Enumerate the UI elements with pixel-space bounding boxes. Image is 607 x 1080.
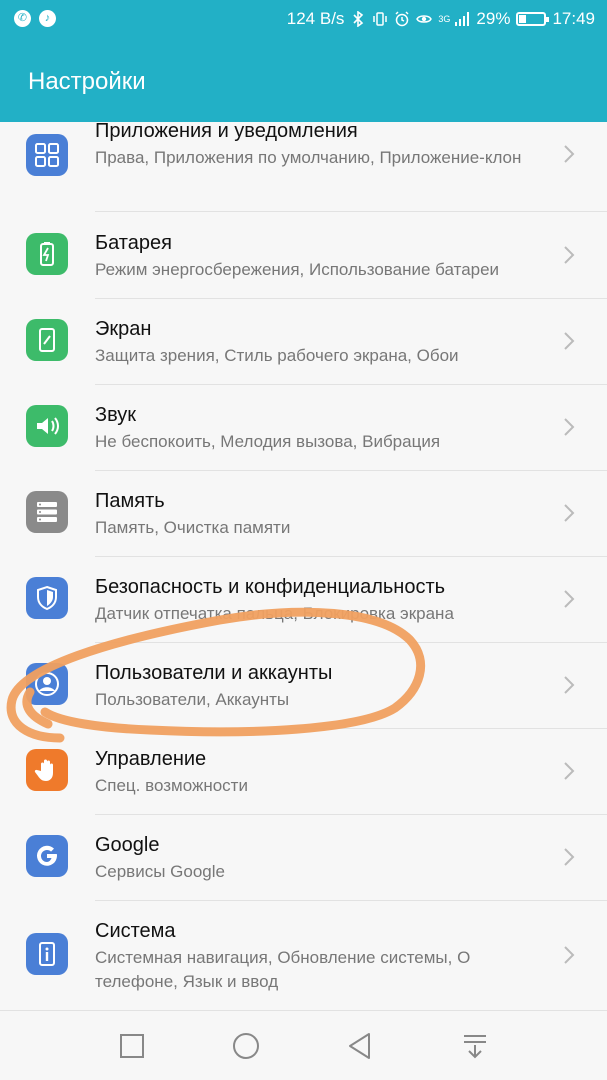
google-icon (26, 835, 68, 877)
settings-item-subtitle: Спец. возможности (95, 776, 248, 795)
settings-item-title: Управление (95, 748, 207, 770)
chevron-right-icon (564, 946, 575, 964)
settings-item-google[interactable]: Google Сервисы Google (0, 814, 607, 900)
settings-item-title: Память (95, 490, 165, 512)
settings-item-subtitle: Сервисы Google (95, 862, 225, 881)
settings-item-display[interactable]: Экран Защита зрения, Стиль рабочего экра… (0, 298, 607, 384)
settings-item-subtitle: Пользователи, Аккаунты (95, 690, 290, 709)
display-icon (26, 319, 68, 361)
home-circle-icon[interactable] (231, 1031, 261, 1061)
settings-item-subtitle: Защита зрения, Стиль рабочего экрана, Об… (95, 346, 459, 365)
chevron-right-icon (564, 246, 575, 264)
settings-item-title: Безопасность и конфиденциальность (95, 576, 446, 598)
settings-item-title: Система (95, 920, 176, 942)
eye-icon (416, 15, 433, 23)
shield-icon (26, 577, 68, 619)
clock: 17:49 (552, 9, 595, 28)
settings-item-security[interactable]: Безопасность и конфиденциальность Датчик… (0, 556, 607, 642)
settings-item-users-accounts[interactable]: Пользователи и аккаунты Пользователи, Ак… (0, 642, 607, 728)
chevron-right-icon (564, 332, 575, 350)
storage-icon (26, 491, 68, 533)
app-bar: Настройки (0, 40, 607, 122)
chevron-right-icon (564, 590, 575, 608)
settings-item-battery[interactable]: Батарея Режим энергосбережения, Использо… (0, 212, 607, 298)
user-icon (26, 663, 68, 705)
chevron-right-icon (564, 676, 575, 694)
chevron-right-icon (564, 418, 575, 436)
navigation-bar (0, 1010, 607, 1080)
settings-item-subtitle: Не беспокоить, Мелодия вызова, Вибрация (95, 432, 441, 451)
signal-type: 3G (438, 13, 451, 24)
settings-item-system[interactable]: Система Системная навигация, Обновление … (0, 900, 607, 1010)
chevron-right-icon (564, 145, 575, 163)
hand-icon (26, 749, 68, 791)
back-triangle-icon[interactable] (345, 1031, 375, 1061)
music-icon: ♪ (39, 10, 56, 27)
settings-item-subtitle: Датчик отпечатка пальца, Блокировка экра… (95, 604, 454, 623)
settings-item-subtitle: Память, Очистка памяти (95, 518, 291, 537)
vibrate-icon (373, 12, 388, 26)
settings-item-title: Приложения и уведомления (95, 122, 358, 142)
alarm-icon (395, 11, 409, 27)
battery-fill (519, 15, 527, 23)
settings-item-title: Экран (95, 318, 152, 340)
info-icon (26, 933, 68, 975)
settings-item-subtitle: Системная навигация, Обновление системы,… (95, 948, 471, 991)
settings-item-accessibility[interactable]: Управление Спец. возможности (0, 728, 607, 814)
chevron-right-icon (564, 848, 575, 866)
battery-status-icon (516, 12, 550, 26)
settings-item-subtitle: Режим энергосбережения, Использование ба… (95, 260, 500, 279)
settings-list[interactable]: Приложения и уведомления Права, Приложен… (0, 122, 607, 1010)
network-speed: 124 B/s (286, 9, 345, 28)
battery-percent: 29% (476, 9, 511, 28)
speaker-icon (26, 405, 68, 447)
recents-square-icon[interactable] (117, 1031, 147, 1061)
notifications-pulldown-icon[interactable] (460, 1031, 490, 1061)
apps-grid-icon (26, 134, 68, 176)
settings-item-title: Батарея (95, 232, 172, 254)
bluetooth-icon (353, 11, 364, 27)
settings-item-title: Звук (95, 404, 137, 426)
whatsapp-icon: ✆ (14, 10, 31, 27)
chevron-right-icon (564, 762, 575, 780)
signal-icon (455, 12, 470, 26)
battery-icon (26, 233, 68, 275)
settings-item-sound[interactable]: Звук Не беспокоить, Мелодия вызова, Вибр… (0, 384, 607, 470)
settings-item-subtitle: Права, Приложения по умолчанию, Приложен… (95, 148, 522, 167)
settings-item-title: Google (95, 834, 160, 856)
page-title: Настройки (28, 68, 146, 95)
status-bar: ✆ ♪ 124 B/s 3G 29% 17:49 (0, 0, 607, 40)
chevron-right-icon (564, 504, 575, 522)
settings-item-title: Пользователи и аккаунты (95, 662, 333, 684)
settings-item-storage[interactable]: Память Память, Очистка памяти (0, 470, 607, 556)
settings-item-apps[interactable]: Приложения и уведомления Права, Приложен… (0, 122, 607, 211)
